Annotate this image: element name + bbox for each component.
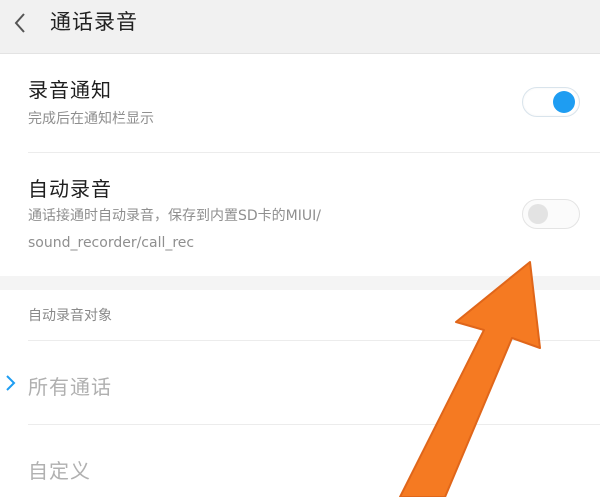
auto-record-target-header: 自动录音对象 <box>28 308 112 324</box>
auto-record-title: 自动录音 <box>28 177 112 201</box>
auto-record-row[interactable]: 自动录音 通话接通时自动录音，保存到内置SD卡的MIUI/ sound_reco… <box>0 153 600 276</box>
chevron-left-icon <box>14 13 25 33</box>
record-notification-title: 录音通知 <box>28 78 112 102</box>
auto-record-toggle[interactable] <box>522 199 580 229</box>
option-all-calls[interactable]: 所有通话 <box>0 341 600 424</box>
section-separator <box>0 276 600 290</box>
auto-record-subtitle-line1: 通话接通时自动录音，保存到内置SD卡的MIUI/ <box>28 208 321 224</box>
header-bar: 通话录音 <box>0 0 600 54</box>
page-title: 通话录音 <box>50 10 138 34</box>
option-custom[interactable]: 自定义 <box>0 425 600 497</box>
record-notification-subtitle: 完成后在通知栏显示 <box>28 111 154 127</box>
auto-record-subtitle-line2: sound_recorder/call_rec <box>28 235 195 251</box>
back-button[interactable] <box>0 0 44 53</box>
option-custom-label: 自定义 <box>28 459 91 483</box>
option-all-calls-label: 所有通话 <box>28 375 112 399</box>
toggle-knob <box>528 204 548 224</box>
record-notification-row[interactable]: 录音通知 完成后在通知栏显示 <box>0 54 600 152</box>
call-recording-settings-page: 通话录音 录音通知 完成后在通知栏显示 自动录音 通话接通时自动录音，保存到内置… <box>0 0 600 497</box>
chevron-right-icon <box>6 375 16 391</box>
toggle-knob <box>553 91 575 113</box>
record-notification-toggle[interactable] <box>522 87 580 117</box>
